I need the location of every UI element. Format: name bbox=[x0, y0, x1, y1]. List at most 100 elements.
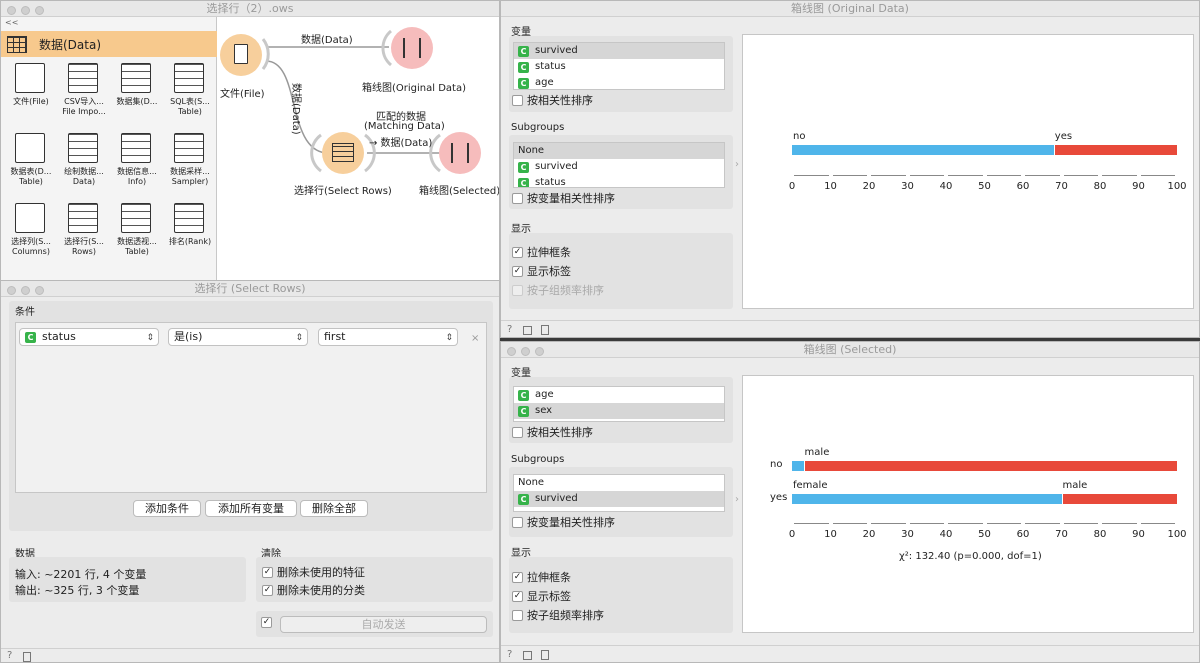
list-item[interactable]: Cage bbox=[514, 75, 724, 89]
report-icon[interactable] bbox=[23, 652, 31, 662]
splitter-arrow-icon[interactable]: › bbox=[735, 159, 739, 170]
tick-label: 90 bbox=[1132, 529, 1145, 540]
auto-send-button[interactable]: 自动发送 bbox=[280, 616, 487, 633]
list-item[interactable]: Csurvived bbox=[514, 491, 724, 507]
bar-segment bbox=[804, 461, 1177, 471]
order-by-relevance-checkbox[interactable]: 按相关性排序 bbox=[512, 424, 593, 440]
check-icon: ✓ bbox=[262, 584, 273, 596]
report-icon[interactable] bbox=[541, 650, 549, 660]
variables-list[interactable]: Csurvived Cstatus Cage bbox=[513, 42, 725, 90]
auto-send-checkbox[interactable]: ✓ bbox=[261, 617, 276, 628]
list-item[interactable]: Csurvived bbox=[514, 159, 724, 175]
condition-value-select[interactable]: first ⇕ bbox=[318, 328, 458, 346]
list-item[interactable]: Csurvived bbox=[514, 43, 724, 59]
sort-freq-label: 按子组频率排序 bbox=[527, 609, 604, 622]
help-icon[interactable]: ? bbox=[7, 650, 12, 661]
boxplot-selected-titlebar: 箱线图 (Selected) bbox=[501, 342, 1199, 358]
window-controls[interactable] bbox=[7, 284, 49, 299]
purge-features-label: 删除未使用的特征 bbox=[277, 566, 365, 579]
node-box-orig-label: 箱线图(Original Data) bbox=[362, 83, 466, 94]
condition-variable-select[interactable]: Cstatus ⇕ bbox=[19, 328, 159, 346]
save-icon[interactable] bbox=[523, 651, 532, 660]
help-icon[interactable]: ? bbox=[507, 324, 512, 335]
node-file[interactable] bbox=[220, 34, 262, 76]
axis-segment bbox=[794, 523, 829, 524]
axis-segment bbox=[1140, 175, 1175, 176]
list-item[interactable]: None bbox=[514, 475, 724, 491]
remove-condition-button[interactable]: × bbox=[471, 333, 479, 344]
checkbox-box bbox=[512, 609, 523, 621]
list-item[interactable]: Cstatus bbox=[514, 175, 724, 187]
purge-classes-checkbox[interactable]: ✓ 删除未使用的分类 bbox=[262, 582, 365, 598]
splitter-arrow-icon[interactable]: › bbox=[735, 494, 739, 505]
category-label: yes bbox=[770, 492, 788, 503]
categorical-badge-icon: C bbox=[518, 61, 529, 73]
tick-label: 90 bbox=[1132, 181, 1145, 192]
axis-segment bbox=[794, 175, 829, 176]
condition-operator-select[interactable]: 是(is) ⇕ bbox=[168, 328, 308, 346]
sort-freq-checkbox[interactable]: 按子组频率排序 bbox=[512, 607, 604, 623]
subgroups-list[interactable]: None Csurvived Cstatus bbox=[513, 142, 725, 188]
chart-area-selected bbox=[742, 375, 1194, 633]
box-plot-icon bbox=[451, 143, 469, 163]
axis-segment bbox=[1063, 175, 1098, 176]
stretch-bars-label: 拉伸框条 bbox=[527, 246, 571, 259]
boxplot-selected-window: 箱线图 (Selected) 变量 Cage Csex 按相关性排序 Subgr… bbox=[500, 341, 1200, 663]
order-subgroup-checkbox[interactable]: 按变量相关性排序 bbox=[512, 514, 615, 530]
file-icon bbox=[234, 44, 248, 64]
subgroup-name: survived bbox=[535, 493, 578, 504]
order-by-relevance-checkbox[interactable]: 按相关性排序 bbox=[512, 92, 593, 108]
purge-features-checkbox[interactable]: ✓ 删除未使用的特征 bbox=[262, 564, 365, 580]
help-icon[interactable]: ? bbox=[507, 649, 512, 660]
condition-operator-value: 是(is) bbox=[174, 330, 203, 343]
tick-label: 0 bbox=[788, 529, 796, 540]
remove-all-button[interactable]: 删除全部 bbox=[300, 500, 368, 517]
node-box-sel[interactable] bbox=[439, 132, 481, 174]
tick-label: 20 bbox=[862, 181, 876, 192]
sort-freq-checkbox[interactable]: 按子组频率排序 bbox=[512, 282, 604, 298]
boxplot-original-title: 箱线图 (Original Data) bbox=[791, 2, 909, 15]
add-all-variables-button[interactable]: 添加所有变量 bbox=[205, 500, 297, 517]
chevron-updown-icon: ⇕ bbox=[146, 333, 154, 343]
stretch-bars-checkbox[interactable]: ✓ 拉伸框条 bbox=[512, 569, 571, 585]
show-labels-checkbox[interactable]: ✓ 显示标签 bbox=[512, 263, 571, 279]
axis-segment bbox=[1025, 523, 1060, 524]
tick-label: 0 bbox=[788, 181, 796, 192]
segment-label: female bbox=[793, 480, 828, 491]
check-icon: ✓ bbox=[512, 590, 523, 602]
order-subgroup-checkbox[interactable]: 按变量相关性排序 bbox=[512, 190, 615, 206]
chi-square-stat: χ²: 132.40 (p=0.000, dof=1) bbox=[899, 551, 1042, 562]
show-labels-checkbox[interactable]: ✓ 显示标签 bbox=[512, 588, 571, 604]
categorical-badge-icon: C bbox=[518, 177, 529, 187]
node-select-rows[interactable] bbox=[322, 132, 364, 174]
list-item[interactable]: Cage bbox=[514, 387, 724, 403]
checkbox-box bbox=[512, 94, 523, 106]
node-box-orig[interactable] bbox=[391, 27, 433, 69]
list-item[interactable]: Cstatus bbox=[514, 59, 724, 75]
segment-label: male bbox=[804, 447, 830, 458]
box-plot-icon bbox=[403, 38, 421, 58]
segment-label: yes bbox=[1054, 131, 1073, 142]
stretch-bars-checkbox[interactable]: ✓ 拉伸框条 bbox=[512, 244, 571, 260]
categorical-badge-icon: C bbox=[518, 45, 529, 57]
axis-segment bbox=[986, 175, 1021, 176]
canvas-window: 选择行（2）.ows << 数据(Data) 文件(File) CSV导入... F… bbox=[0, 0, 500, 282]
subgroup-name: survived bbox=[535, 161, 578, 172]
subgroups-list[interactable]: None Csurvived bbox=[513, 474, 725, 512]
list-item[interactable]: Csex bbox=[514, 403, 724, 419]
input-info: 输入: ~2201 行, 4 个变量 bbox=[15, 568, 147, 581]
add-condition-button[interactable]: 添加条件 bbox=[133, 500, 201, 517]
tick-label: 100 bbox=[1167, 529, 1187, 540]
node-file-label: 文件(File) bbox=[220, 89, 265, 100]
categorical-badge-icon: C bbox=[25, 332, 36, 343]
report-icon[interactable] bbox=[541, 325, 549, 335]
bar-segment bbox=[792, 145, 1054, 155]
categorical-badge-icon: C bbox=[518, 161, 529, 173]
save-icon[interactable] bbox=[523, 326, 532, 335]
variables-list[interactable]: Cage Csex bbox=[513, 386, 725, 422]
list-item[interactable]: None bbox=[514, 143, 724, 159]
window-controls[interactable] bbox=[507, 345, 549, 360]
variable-name: survived bbox=[535, 45, 578, 56]
tick-label: 40 bbox=[939, 529, 953, 540]
show-labels-label: 显示标签 bbox=[527, 265, 571, 278]
